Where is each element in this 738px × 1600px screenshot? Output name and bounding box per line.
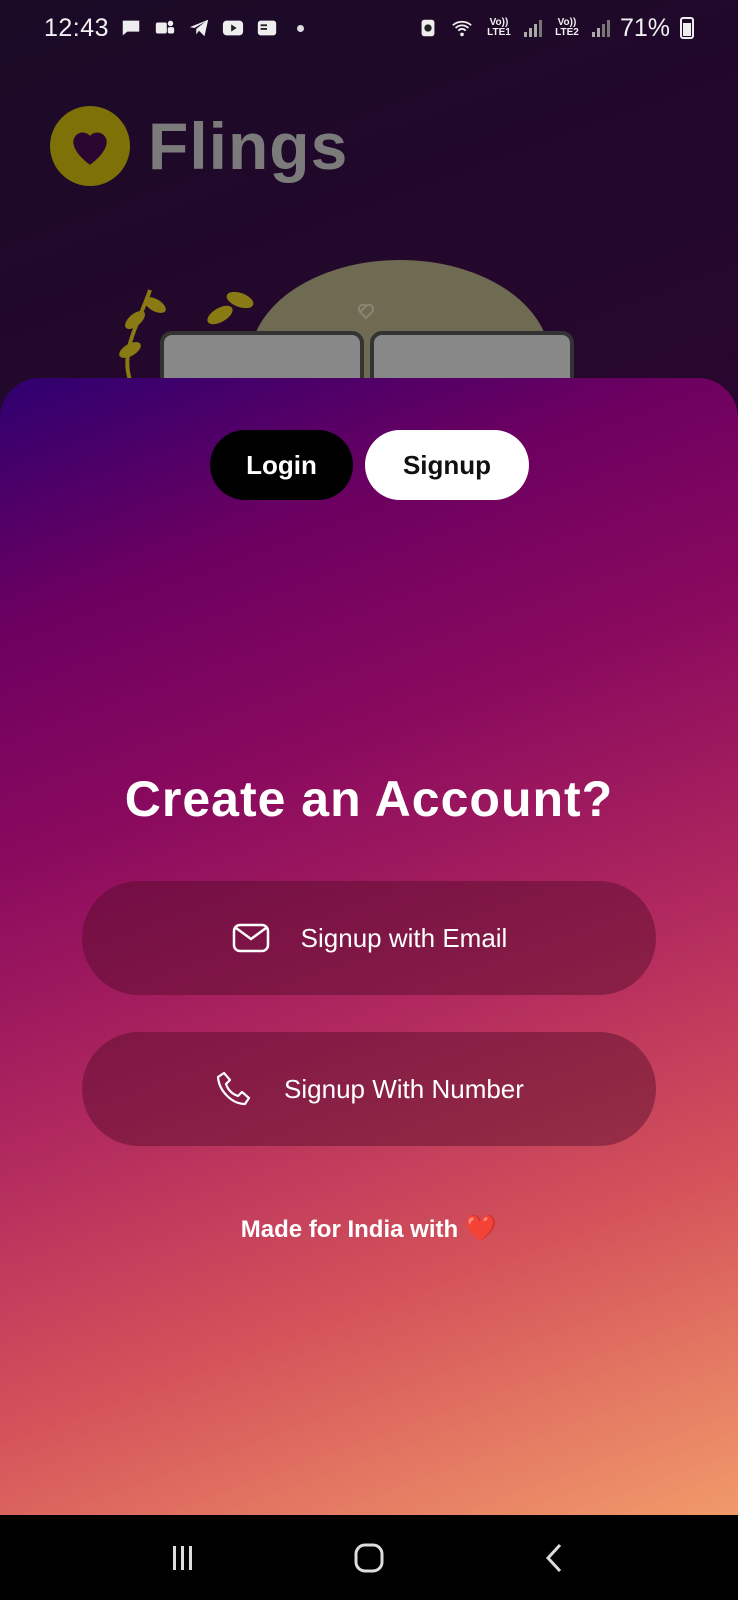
battery-saver-icon bbox=[416, 17, 440, 39]
more-notifications-dot bbox=[297, 24, 305, 32]
signup-email-button[interactable]: Signup with Email bbox=[82, 881, 656, 995]
recents-icon[interactable] bbox=[165, 1540, 201, 1576]
heart-emoji-icon: ❤️ bbox=[464, 1213, 498, 1243]
page-title: Create an Account? bbox=[124, 771, 614, 827]
home-icon[interactable] bbox=[351, 1540, 387, 1576]
sim1-label: Vo)) LTE1 bbox=[487, 17, 511, 38]
battery-percent: 71% bbox=[619, 13, 670, 42]
status-time: 12:43 bbox=[44, 13, 110, 42]
footer-tagline: Made for India with ❤️ bbox=[0, 1213, 738, 1244]
auth-toggle: Login Signup bbox=[210, 430, 529, 500]
status-bar: 12:43 Vo)) LTE1 Vo)) LTE2 71% bbox=[0, 0, 738, 56]
signup-email-label: Signup with Email bbox=[300, 922, 508, 953]
status-right: Vo)) LTE1 Vo)) LTE2 71% bbox=[416, 14, 694, 43]
teams-icon bbox=[153, 17, 177, 39]
tab-login[interactable]: Login bbox=[210, 430, 353, 500]
app-name: Flings bbox=[148, 109, 349, 183]
tab-signup[interactable]: Signup bbox=[365, 430, 529, 500]
sim2-label: Vo)) LTE2 bbox=[555, 17, 579, 38]
sim2-signal-icon bbox=[591, 19, 610, 37]
phone-icon bbox=[216, 1071, 251, 1106]
signup-phone-label: Signup With Number bbox=[284, 1073, 524, 1104]
back-icon[interactable] bbox=[537, 1540, 573, 1576]
chat-icon bbox=[119, 17, 143, 39]
signup-phone-button[interactable]: Signup With Number bbox=[82, 1032, 656, 1146]
footer-text: Made for India with bbox=[240, 1216, 459, 1243]
couple-illustration bbox=[119, 260, 574, 380]
sim1-signal-icon bbox=[523, 19, 542, 37]
auth-card: Login Signup Create an Account? Signup w… bbox=[0, 378, 738, 1515]
system-nav-bar bbox=[0, 1515, 738, 1600]
youtube-icon bbox=[221, 17, 245, 39]
heart-logo-icon bbox=[50, 106, 130, 186]
news-icon bbox=[255, 17, 279, 39]
battery-icon bbox=[680, 17, 694, 39]
mail-icon bbox=[232, 923, 269, 953]
wifi-icon bbox=[450, 17, 474, 39]
app-logo: Flings bbox=[50, 106, 348, 186]
status-left: 12:43 bbox=[44, 13, 305, 43]
telegram-icon bbox=[187, 17, 211, 39]
